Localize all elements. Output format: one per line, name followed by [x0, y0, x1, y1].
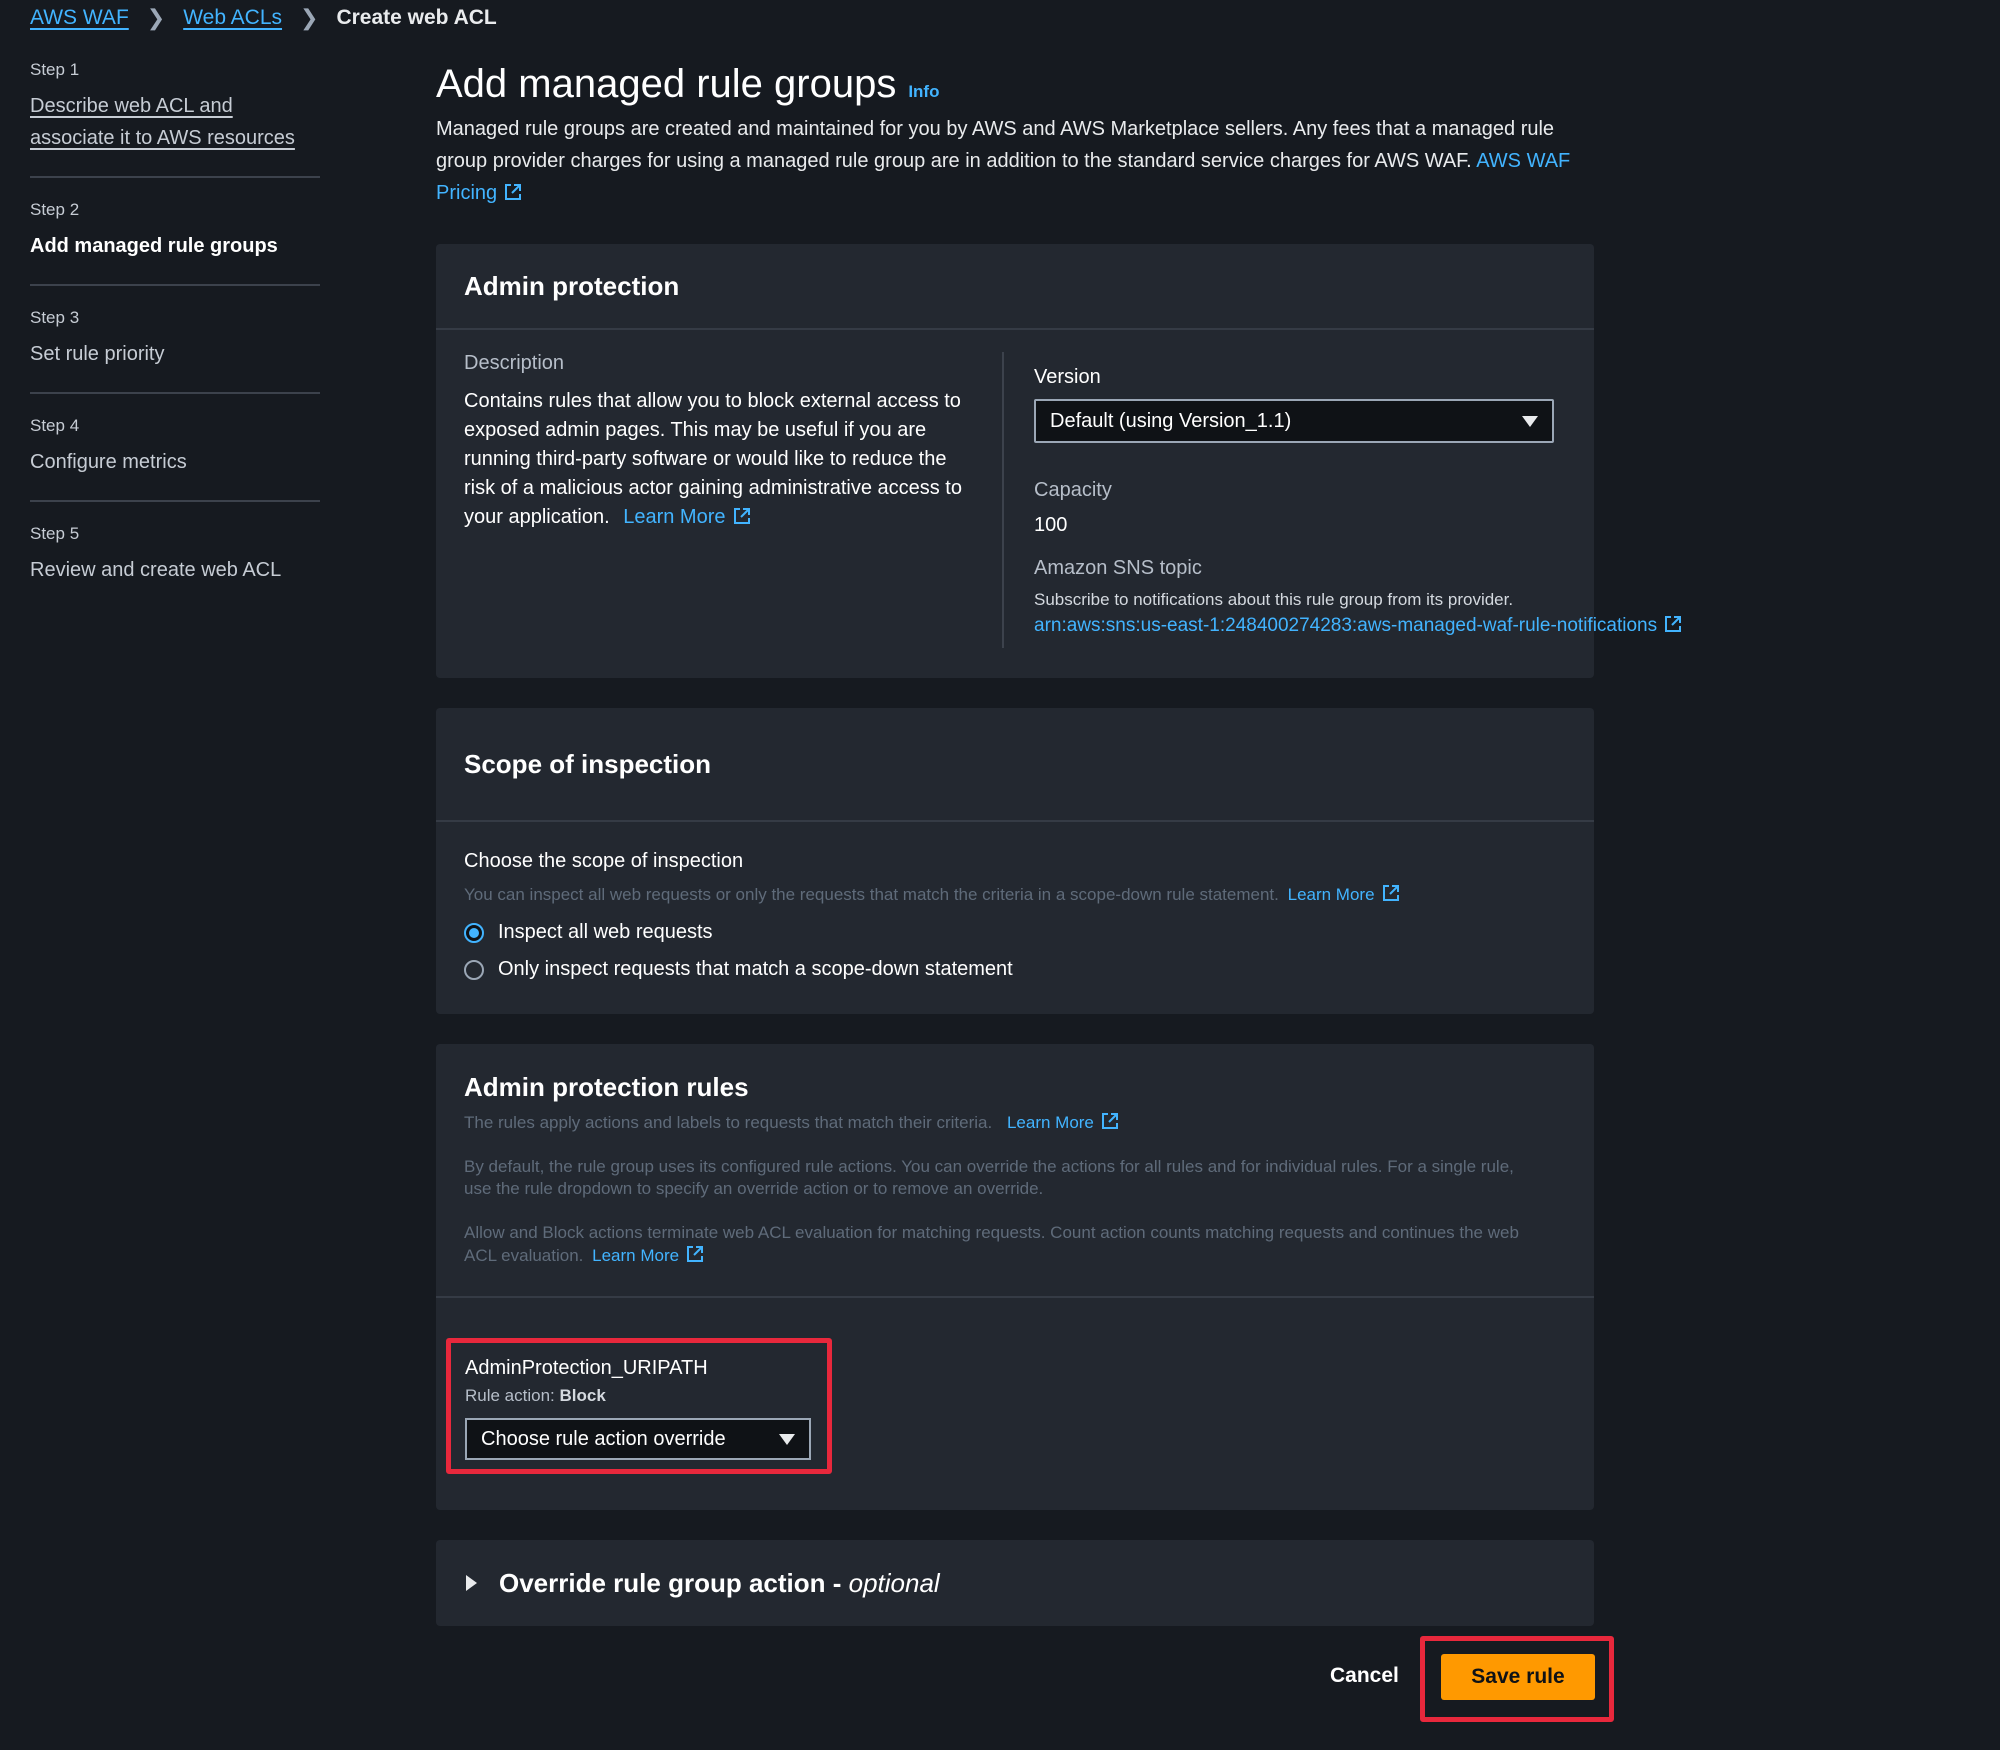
panel-title: Admin protection rules [464, 1072, 749, 1102]
version-select[interactable]: Default (using Version_1.1) [1034, 399, 1554, 443]
external-link-icon [687, 1246, 704, 1262]
radio-label: Only inspect requests that match a scope… [498, 958, 1013, 980]
rules-para-1: By default, the rule group uses its conf… [464, 1157, 1514, 1198]
override-title-text: Override rule group action - [499, 1567, 849, 1598]
learn-more-link[interactable]: Learn More [1288, 885, 1401, 904]
radio-inspect-all[interactable]: Inspect all web requests [464, 921, 1566, 944]
step-5: Step 5 Review and create web ACL [30, 524, 320, 608]
rules-desc-text: The rules apply actions and labels to re… [464, 1113, 993, 1132]
rules-panel: Admin protection rules The rules apply a… [436, 1044, 1594, 1510]
external-link-icon [1101, 1113, 1118, 1129]
version-value: Default (using Version_1.1) [1050, 409, 1292, 432]
external-link-icon [505, 184, 522, 200]
step-5-title: Review and create web ACL [30, 559, 282, 581]
sns-arn: arn:aws:sns:us-east-1:248400274283:aws-m… [1034, 615, 1658, 636]
capacity-value: 100 [1034, 514, 1068, 536]
caret-right-icon [466, 1575, 477, 1591]
description-label: Description [464, 352, 565, 374]
panel-title: Admin protection [464, 270, 680, 301]
override-placeholder: Choose rule action override [481, 1427, 726, 1450]
rules-para-2: Allow and Block actions terminate web AC… [464, 1222, 1544, 1267]
caret-down-icon [779, 1433, 795, 1445]
override-group-action-expander[interactable]: Override rule group action - optional [436, 1540, 1594, 1626]
external-link-icon [733, 508, 750, 524]
panel-header: Scope of inspection [436, 708, 1594, 822]
panel-header: Admin protection rules The rules apply a… [436, 1044, 1594, 1298]
breadcrumb-aws-waf[interactable]: AWS WAF [30, 6, 129, 30]
page-title-text: Add managed rule groups [436, 62, 897, 106]
rule-name: AdminProtection_URIPATH [465, 1357, 708, 1379]
step-3: Step 3 Set rule priority [30, 308, 320, 394]
external-link-icon [1665, 616, 1682, 632]
intro-text: Managed rule groups are created and main… [436, 118, 1555, 172]
scope-subtitle: Choose the scope of inspection [464, 850, 744, 872]
radio-label: Inspect all web requests [498, 921, 713, 943]
admin-protection-panel: Admin protection Description Contains ru… [436, 244, 1682, 678]
panel-title: Scope of inspection [464, 748, 712, 779]
version-label: Version [1034, 366, 1101, 388]
radio-scope-down[interactable]: Only inspect requests that match a scope… [464, 958, 1566, 981]
rule-action-value: Block [559, 1386, 606, 1405]
learn-more-label: Learn More [592, 1246, 680, 1265]
scope-panel: Scope of inspection Choose the scope of … [436, 708, 1594, 1014]
step-1-link[interactable]: Describe web ACL and associate it to AWS… [30, 90, 320, 154]
breadcrumb: AWS WAF ❯ Web ACLs ❯ Create web ACL [30, 4, 497, 32]
learn-more-label: Learn More [623, 506, 726, 528]
step-2-title: Add managed rule groups [30, 235, 278, 257]
wizard-steps: Step 1 Describe web ACL and associate it… [30, 60, 320, 630]
sns-topic-label: Amazon SNS topic [1034, 557, 1202, 579]
rule-action-override-select[interactable]: Choose rule action override [465, 1418, 811, 1460]
page-intro: Managed rule groups are created and main… [436, 113, 1586, 209]
cancel-button[interactable]: Cancel [1330, 1664, 1399, 1688]
rule-action: Rule action: Block [465, 1386, 813, 1406]
override-optional: optional [848, 1567, 940, 1598]
capacity-label: Capacity [1034, 479, 1112, 501]
step-label: Step 2 [30, 200, 80, 219]
sns-topic-link[interactable]: arn:aws:sns:us-east-1:248400274283:aws-m… [1034, 614, 1682, 637]
radio-button[interactable] [464, 959, 484, 980]
learn-more-link[interactable]: Learn More [1007, 1113, 1120, 1132]
rule-action-label: Rule action: [465, 1386, 555, 1405]
chevron-right-icon: ❯ [146, 5, 166, 30]
panel-header: Admin protection [436, 244, 1594, 330]
step-4: Step 4 Configure metrics [30, 416, 320, 502]
radio-button-selected[interactable] [464, 922, 484, 943]
chevron-right-icon: ❯ [300, 5, 319, 30]
rules-desc: The rules apply actions and labels to re… [464, 1111, 1566, 1134]
description-column: Description Contains rules that allow yo… [464, 352, 1004, 648]
info-link[interactable]: Info [908, 82, 939, 102]
page-title: Add managed rule groups Info [436, 62, 1596, 107]
step-1: Step 1 Describe web ACL and associate it… [30, 60, 320, 178]
learn-more-link[interactable]: Learn More [623, 506, 751, 528]
save-rule-button[interactable]: Save rule [1441, 1654, 1595, 1700]
override-title: Override rule group action - optional [499, 1568, 940, 1599]
step-label: Step 3 [30, 308, 80, 327]
caret-down-icon [1522, 415, 1538, 427]
details-column: Version Default (using Version_1.1) Capa… [1004, 352, 1682, 648]
sns-topic-desc: Subscribe to notifications about this ru… [1034, 590, 1514, 609]
scope-desc-text: You can inspect all web requests or only… [464, 885, 1279, 904]
rule-item-admin-protection-uripath: AdminProtection_URIPATH Rule action: Blo… [446, 1338, 832, 1474]
learn-more-link[interactable]: Learn More [592, 1246, 705, 1265]
step-label: Step 4 [30, 416, 80, 435]
breadcrumb-web-acls[interactable]: Web ACLs [183, 6, 282, 30]
description-text: Contains rules that allow you to block e… [464, 387, 974, 532]
step-4-title: Configure metrics [30, 451, 187, 473]
learn-more-label: Learn More [1287, 885, 1375, 904]
breadcrumb-current: Create web ACL [336, 6, 497, 29]
step-label: Step 1 [30, 60, 80, 79]
step-3-title: Set rule priority [30, 343, 165, 365]
learn-more-label: Learn More [1006, 1113, 1094, 1132]
scope-desc: You can inspect all web requests or only… [464, 883, 1566, 905]
step-label: Step 5 [30, 524, 80, 543]
external-link-icon [1382, 885, 1399, 901]
step-2: Step 2 Add managed rule groups [30, 200, 320, 286]
main-content: Add managed rule groups Info Managed rul… [436, 62, 1596, 209]
